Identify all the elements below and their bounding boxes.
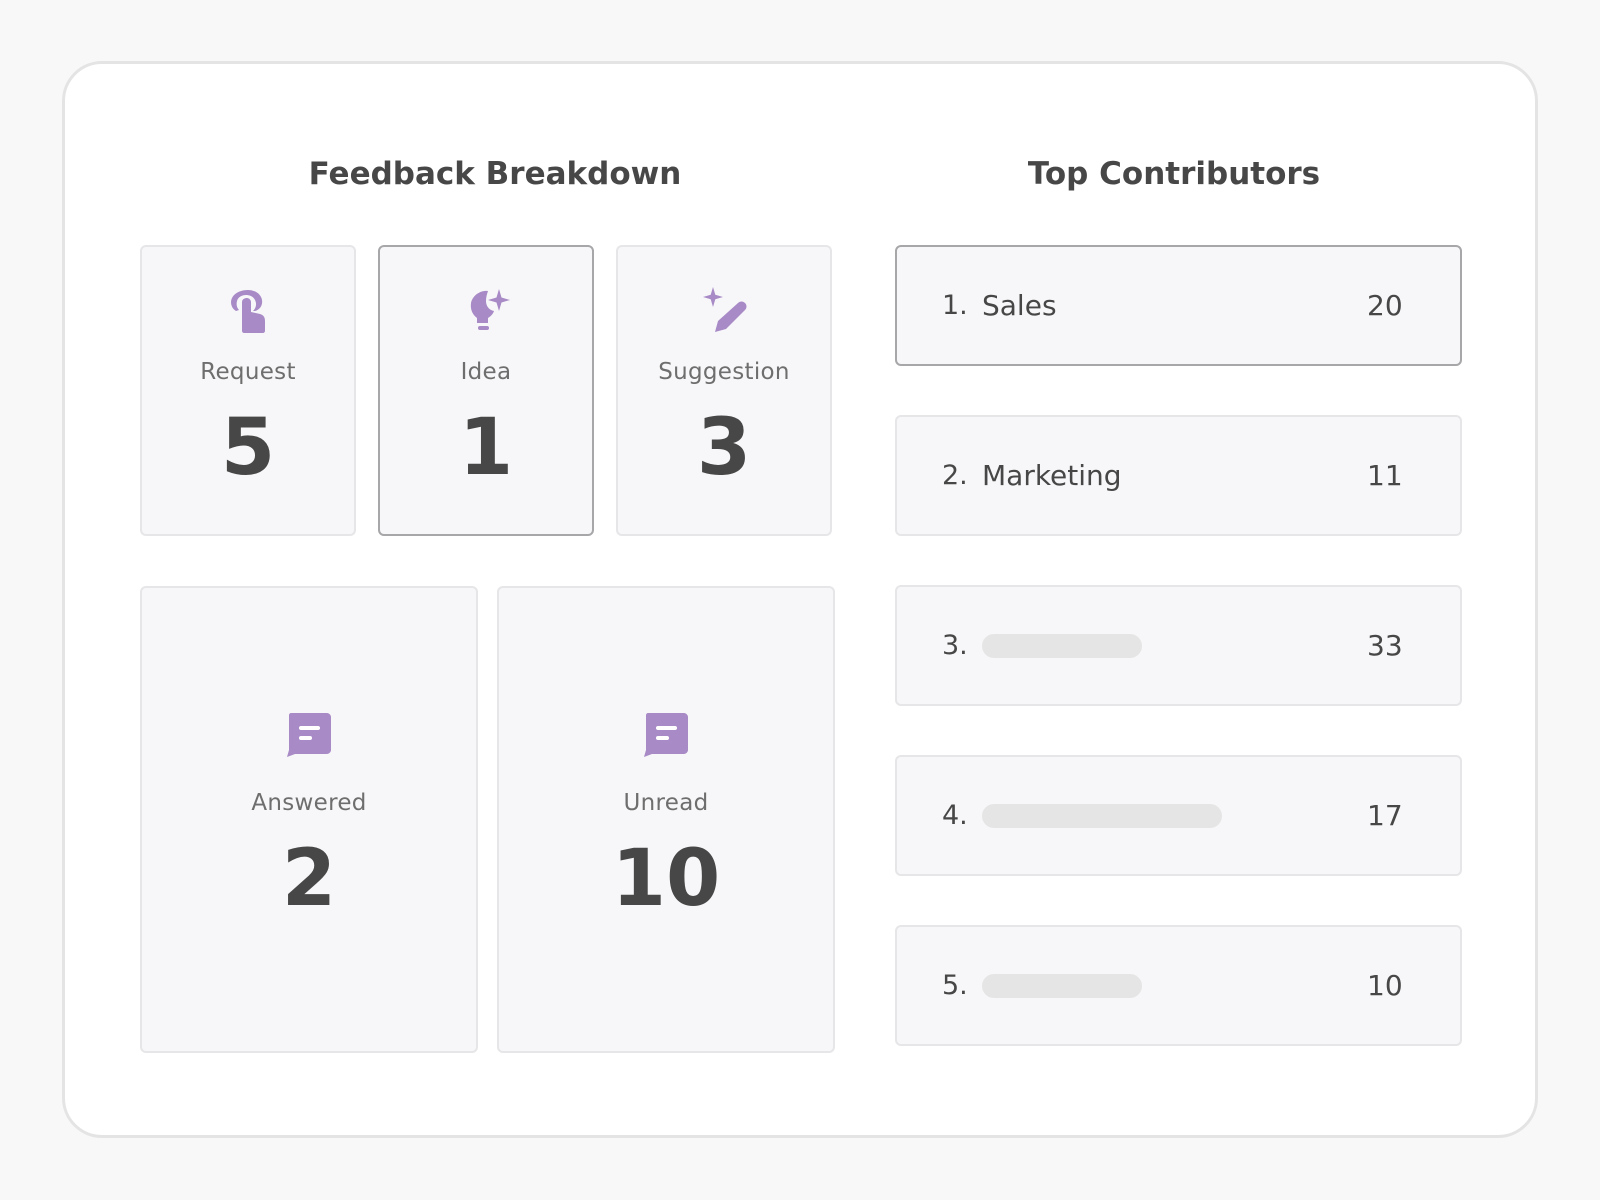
- card-label: Unread: [623, 790, 709, 816]
- lightbulb-sparkle-icon: [470, 289, 510, 330]
- contributor-row[interactable]: 2. Marketing 11: [895, 415, 1462, 536]
- contributor-count: 17: [1367, 799, 1403, 832]
- contributor-rank: 2.: [942, 460, 968, 491]
- card-label: Answered: [251, 790, 367, 816]
- contributor-row[interactable]: 3. 33: [895, 585, 1462, 706]
- idea-card[interactable]: Idea 1: [378, 245, 594, 536]
- contributor-rank: 5.: [942, 970, 968, 1001]
- dashboard-panel: Feedback Breakdown Top Contributors Requ…: [62, 61, 1538, 1138]
- name-placeholder-bar: [982, 974, 1142, 998]
- contributor-count: 11: [1367, 459, 1403, 492]
- feedback-breakdown-title: Feedback Breakdown: [308, 156, 682, 192]
- contributor-rank: 3.: [942, 630, 968, 661]
- contributor-name: Marketing: [982, 459, 1122, 492]
- contributor-name: Sales: [982, 289, 1057, 322]
- magic-pen-icon: [703, 287, 747, 332]
- name-placeholder-bar: [982, 804, 1222, 828]
- contributor-row[interactable]: 5. 10: [895, 925, 1462, 1046]
- chat-bubble-icon: [287, 713, 331, 757]
- card-value: 2: [281, 834, 337, 924]
- card-label: Request: [200, 359, 296, 385]
- answered-card[interactable]: Answered 2: [140, 586, 478, 1053]
- card-value: 5: [220, 403, 276, 493]
- contributor-row[interactable]: 4. 17: [895, 755, 1462, 876]
- unread-card[interactable]: Unread 10: [497, 586, 835, 1053]
- contributor-row[interactable]: 1. Sales 20: [895, 245, 1462, 366]
- tap-hand-icon: [231, 290, 265, 333]
- top-contributors-title: Top Contributors: [1027, 156, 1321, 192]
- contributor-count: 33: [1367, 629, 1403, 662]
- suggestion-card[interactable]: Suggestion 3: [616, 245, 832, 536]
- chat-bubble-icon: [644, 713, 688, 757]
- card-value: 1: [458, 403, 514, 493]
- card-label: Suggestion: [658, 359, 790, 385]
- card-label: Idea: [460, 359, 512, 385]
- contributor-rank: 1.: [942, 290, 968, 321]
- card-value: 3: [696, 403, 752, 493]
- name-placeholder-bar: [982, 634, 1142, 658]
- contributor-count: 10: [1367, 969, 1403, 1002]
- contributor-rank: 4.: [942, 800, 968, 831]
- contributor-count: 20: [1367, 289, 1403, 322]
- request-card[interactable]: Request 5: [140, 245, 356, 536]
- card-value: 10: [611, 834, 721, 924]
